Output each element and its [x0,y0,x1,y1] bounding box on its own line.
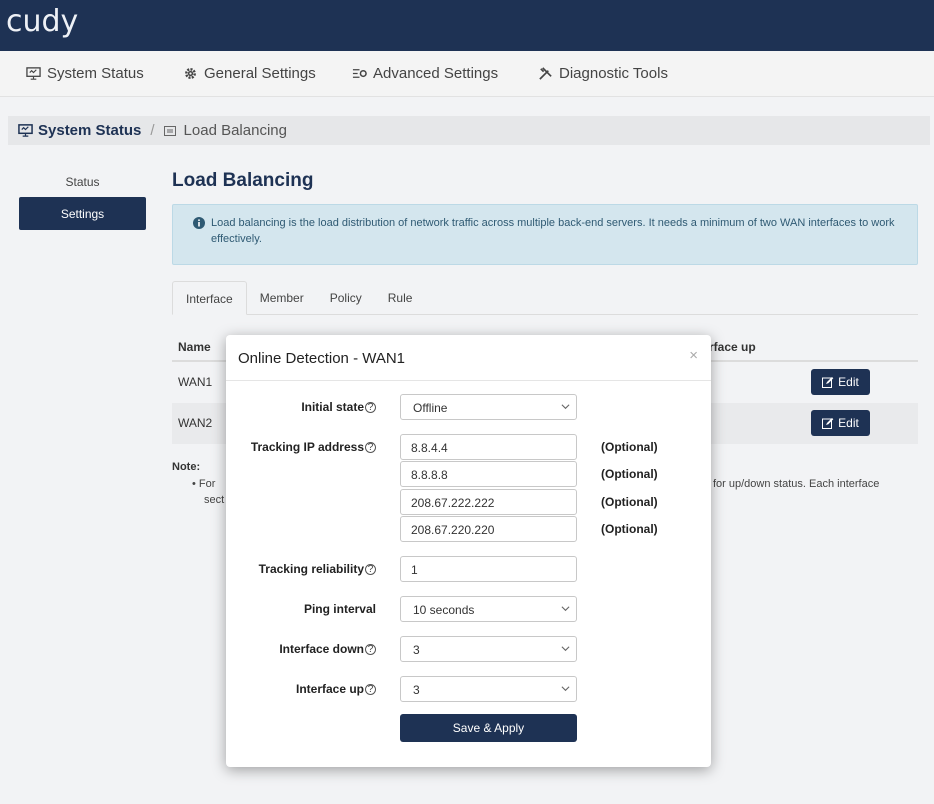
tracking-ip-input[interactable]: 208.67.222.222 [400,489,577,515]
help-icon[interactable]: ? [365,563,376,575]
tracking-ip-input[interactable]: 8.8.4.4 [400,434,577,460]
tracking-ip-input[interactable]: 8.8.8.8 [400,461,577,487]
interface-down-label: Interface down? [279,642,376,656]
chevron-down-icon [561,686,570,692]
optional-label: (Optional) [601,467,658,481]
help-icon[interactable]: ? [365,401,376,413]
tracking-reliability-input[interactable]: 1 [400,556,577,582]
tracking-ip-row: Tracking IP address? 8.8.4.4 (Optional) [226,434,711,460]
tracking-ip-input[interactable]: 208.67.220.220 [400,516,577,542]
chevron-down-icon [561,646,570,652]
interface-down-select[interactable]: 3 [400,636,577,662]
tracking-ip-row: 208.67.222.222 (Optional) [226,489,711,515]
interface-up-row: Interface up? 3 [226,676,711,702]
interface-up-label: Interface up? [296,682,376,696]
interface-down-row: Interface down? 3 [226,636,711,662]
close-icon[interactable]: × [689,347,698,364]
tracking-ip-label: Tracking IP address? [251,440,376,454]
help-icon[interactable]: ? [365,643,376,655]
initial-state-row: Initial state? Offline [226,394,711,420]
ping-interval-label: Ping interval [303,602,376,616]
interface-up-select[interactable]: 3 [400,676,577,702]
save-apply-button[interactable]: Save & Apply [400,714,577,742]
tracking-ip-row: 208.67.220.220 (Optional) [226,516,711,542]
chevron-down-icon [561,404,570,410]
help-icon[interactable]: ? [365,683,376,695]
top-bar: cudy [0,0,934,51]
ping-interval-row: Ping interval 10 seconds [226,596,711,622]
initial-state-select[interactable]: Offline [400,394,577,420]
initial-state-label: Initial state? [301,400,376,414]
cudy-logo[interactable]: cudy [6,4,78,39]
optional-label: (Optional) [601,522,658,536]
tracking-reliability-label: Tracking reliability? [259,562,376,576]
tracking-ip-row: 8.8.8.8 (Optional) [226,461,711,487]
dialog-header: Online Detection - WAN1 × [226,335,711,381]
dialog-title: Online Detection - WAN1 [238,350,406,367]
ping-interval-select[interactable]: 10 seconds [400,596,577,622]
optional-label: (Optional) [601,495,658,509]
tracking-reliability-row: Tracking reliability? 1 [226,556,711,582]
chevron-down-icon [561,606,570,612]
online-detection-dialog: Online Detection - WAN1 × Initial state?… [226,335,711,767]
help-icon[interactable]: ? [365,441,376,453]
optional-label: (Optional) [601,440,658,454]
